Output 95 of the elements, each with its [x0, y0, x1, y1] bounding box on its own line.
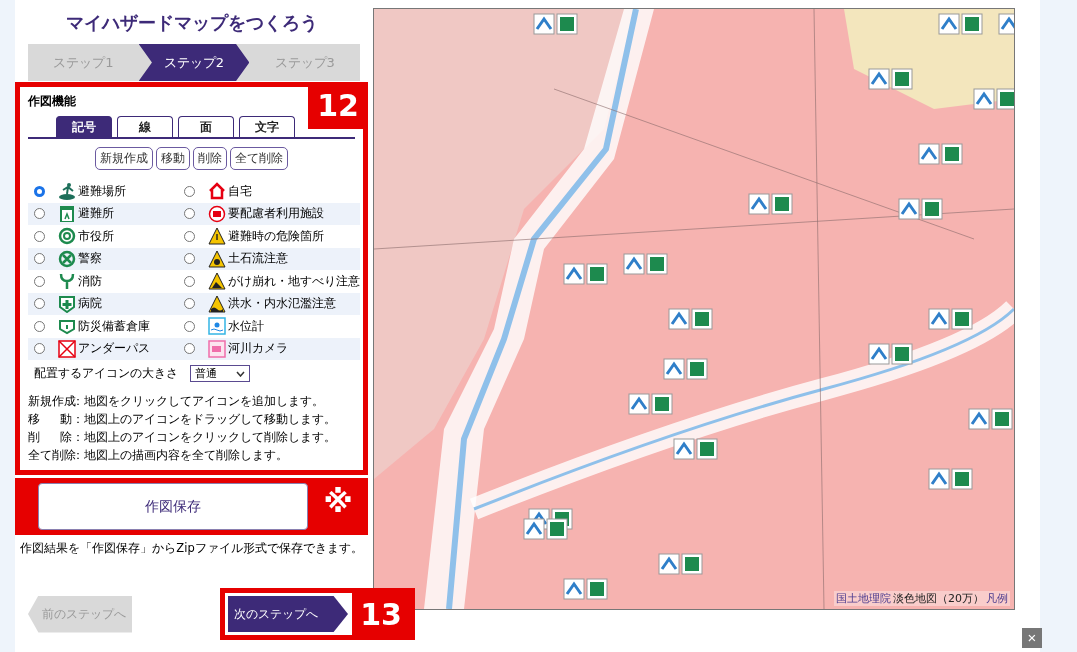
symbol-label: 避難場所 [78, 183, 126, 199]
radio-button[interactable] [184, 298, 195, 310]
shelter-marker-icon[interactable] [973, 88, 1014, 110]
symbol-label: 自宅 [228, 183, 252, 199]
radio-button[interactable] [184, 343, 195, 355]
save-drawing-button[interactable]: 作図保存 [38, 483, 308, 530]
shelter-marker-icon[interactable] [998, 13, 1014, 35]
attribution-link[interactable]: 国土地理院 [836, 591, 891, 606]
shelter-marker-icon[interactable] [523, 518, 568, 540]
action-button[interactable]: 移動 [156, 147, 190, 170]
page-title: マイハザードマップをつくろう [64, 11, 319, 35]
help-text: ：地図上のアイコンをドラッグして移動します。 [72, 411, 336, 428]
action-button[interactable]: 全て削除 [230, 147, 288, 170]
tool-tab[interactable]: 記号 [56, 116, 112, 137]
shelter-marker-icon[interactable] [623, 253, 668, 275]
water-gauge-icon [208, 317, 226, 336]
next-step-button[interactable]: 次のステップへ [228, 596, 348, 632]
symbol-label: 市役所 [78, 228, 114, 244]
shelter-marker-icon[interactable] [928, 308, 973, 330]
chevron-down-icon [236, 370, 245, 377]
symbol-label: 病院 [78, 296, 102, 312]
shelter-marker-icon[interactable] [628, 393, 673, 415]
shelter-marker-icon[interactable] [868, 68, 913, 90]
cross-circle-icon [58, 249, 76, 268]
shelter-marker-icon[interactable] [563, 578, 608, 600]
shelter-marker-icon[interactable] [663, 358, 708, 380]
radio-button[interactable] [184, 230, 195, 242]
shelter-marker-icon[interactable] [748, 193, 793, 215]
symbol-label: 洪水・内水氾濫注意 [228, 296, 336, 312]
rocks-triangle-icon [208, 249, 226, 268]
radio-button[interactable] [184, 208, 195, 220]
shelter-marker-icon[interactable] [868, 343, 913, 365]
size-select[interactable]: 普通 [190, 365, 250, 382]
tool-tab[interactable]: 文字 [239, 116, 295, 137]
shelter-marker-icon[interactable] [533, 13, 578, 35]
step-tab[interactable]: ステップ2 [138, 44, 250, 81]
symbol-label: がけ崩れ・地すべり注意 [228, 273, 360, 289]
radio-button[interactable] [184, 320, 195, 332]
radio-button[interactable] [34, 343, 45, 355]
radio-button[interactable] [34, 298, 45, 310]
attribution-link[interactable]: 凡例 [986, 591, 1008, 606]
circle-kanji-icon [208, 204, 226, 223]
save-note: 作図結果を「作図保存」からZipファイル形式で保存できます。 [19, 541, 364, 556]
double-circle-icon [58, 227, 76, 246]
close-button[interactable]: × [1022, 628, 1042, 648]
radio-button[interactable] [34, 320, 45, 332]
shelter-marker-icon[interactable] [928, 468, 973, 490]
symbol-label: 水位計 [228, 318, 264, 334]
symbol-label: 土石流注意 [228, 251, 288, 267]
radio-button[interactable] [184, 185, 195, 197]
help-term: 削除 [28, 429, 72, 446]
house-icon [208, 182, 226, 201]
radio-button[interactable] [34, 275, 45, 287]
symbol-label: 警察 [78, 251, 102, 267]
callout-number: 13 [352, 593, 410, 635]
fork-icon [58, 272, 76, 291]
camera-icon [208, 339, 226, 358]
radio-button[interactable] [34, 253, 45, 265]
cross-shield-icon [58, 294, 76, 313]
tool-tab[interactable]: 面 [178, 116, 234, 137]
running-figure-icon [58, 182, 76, 201]
radio-button[interactable] [34, 208, 45, 220]
action-button[interactable]: 新規作成 [95, 147, 153, 170]
shelter-marker-icon[interactable] [658, 553, 703, 575]
radio-button[interactable] [184, 275, 195, 287]
slope-triangle-icon [208, 272, 226, 291]
symbol-label: 防災備蓄倉庫 [78, 318, 150, 334]
shelter-marker-icon[interactable] [898, 198, 943, 220]
help-term: 移動 [28, 411, 72, 428]
symbol-label: 避難所 [78, 206, 114, 222]
symbol-label: 河川カメラ [228, 341, 288, 357]
radio-button[interactable] [34, 185, 45, 197]
help-text: ：地図上のアイコンをクリックして削除します。 [72, 429, 336, 446]
tool-tab[interactable]: 線 [117, 116, 173, 137]
shelter-marker-icon[interactable] [968, 408, 1013, 430]
symbol-label: 消防 [78, 273, 102, 289]
warning-triangle-icon [208, 227, 226, 246]
shelter-marker-icon[interactable] [563, 263, 608, 285]
crossed-square-icon [58, 339, 76, 358]
symbol-label: アンダーパス [78, 341, 150, 357]
radio-button[interactable] [34, 230, 45, 242]
wave-triangle-icon [208, 294, 226, 313]
shelter-marker-icon[interactable] [668, 308, 713, 330]
symbol-label: 要配慮者利用施設 [228, 206, 324, 222]
symbol-label: 避難時の危険箇所 [228, 228, 324, 244]
attribution-text: 淡色地図（20万） [893, 591, 984, 606]
radio-button[interactable] [184, 253, 195, 265]
action-button[interactable]: 削除 [193, 147, 227, 170]
shelter-marker-icon[interactable] [938, 13, 983, 35]
panel-heading: 作図機能 [28, 93, 76, 110]
shelter-marker-icon[interactable] [918, 143, 963, 165]
size-label: 配置するアイコンの大きさ [34, 366, 178, 381]
exit-door-icon [58, 204, 76, 223]
shelter-marker-icon[interactable] [673, 438, 718, 460]
shield-icon [58, 317, 76, 336]
